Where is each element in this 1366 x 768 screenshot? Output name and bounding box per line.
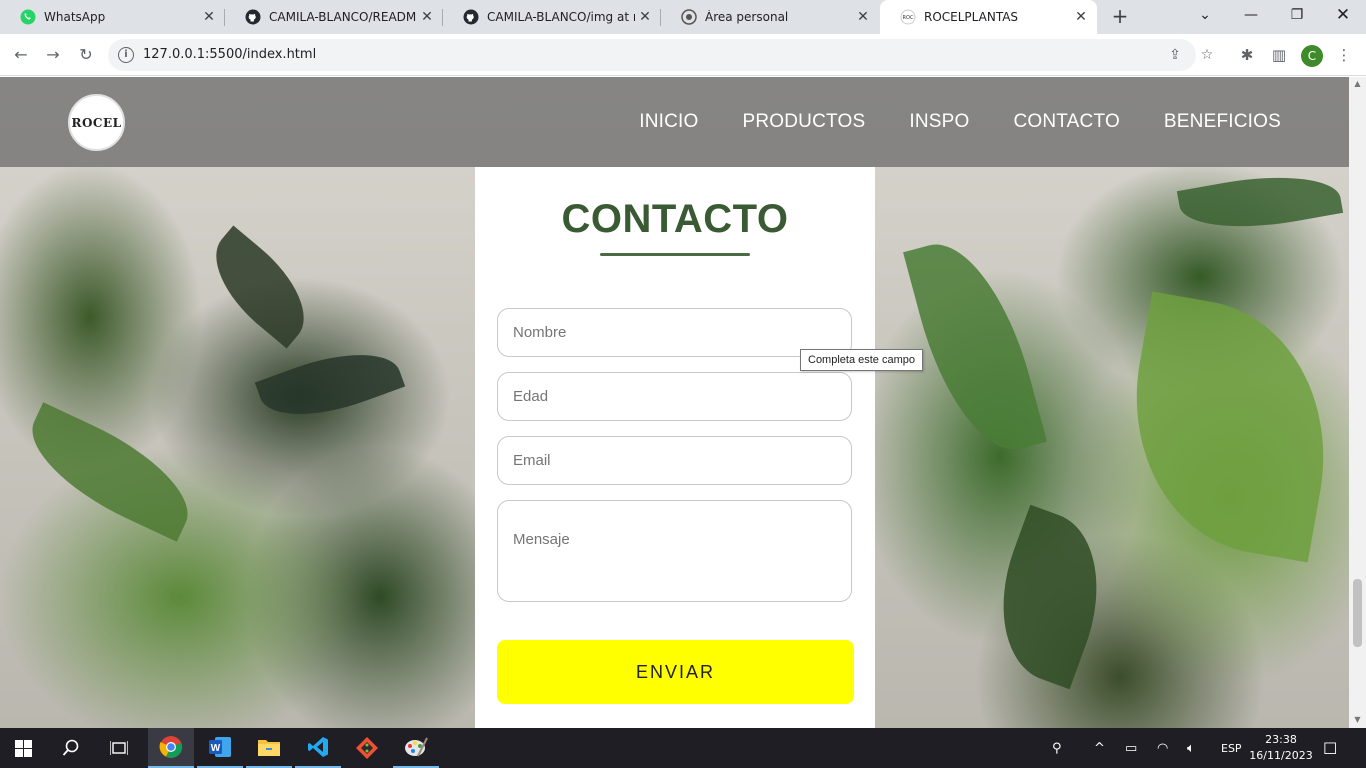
vscode-taskbar-icon[interactable] [295, 728, 341, 768]
clock-date: 16/11/2023 [1249, 749, 1313, 762]
volume-icon[interactable]: 🔈︎ [1187, 728, 1195, 768]
contact-form-card: CONTACTO ENVIAR [475, 167, 875, 728]
nav-link-contacto[interactable]: CONTACTO [1013, 111, 1119, 133]
battery-icon[interactable]: ▭ [1125, 728, 1137, 768]
share-icon[interactable]: ⇪ [1167, 47, 1183, 63]
github-icon [463, 9, 479, 25]
nav-link-productos[interactable]: PRODUCTOS [742, 111, 865, 133]
new-tab-button[interactable]: + [1108, 5, 1132, 29]
windows-taskbar: W ⚲ ^ ▭ ◠ 🔈︎ ESP 23:38 16/11/2023 ☐ [0, 728, 1366, 768]
page-scrollbar[interactable]: ▲ ▼ [1349, 77, 1366, 728]
tab-area-personal[interactable]: Área personal ✕ [661, 0, 879, 34]
message-textarea[interactable] [497, 500, 852, 602]
site-favicon: ROC [900, 9, 916, 25]
tab-title: CAMILA-BLANCO/img at main [487, 10, 635, 24]
validation-tooltip: Completa este campo [800, 349, 923, 371]
scrollbar-thumb[interactable] [1353, 579, 1362, 647]
clock-time: 23:38 [1265, 733, 1297, 746]
tab-readme[interactable]: CAMILA-BLANCO/README.md ✕ [225, 0, 443, 34]
github-icon [245, 9, 261, 25]
age-input[interactable] [497, 372, 852, 421]
profile-avatar[interactable]: C [1301, 45, 1323, 67]
tab-search-chevron-icon[interactable]: ⌄ [1182, 0, 1228, 32]
whatsapp-icon [20, 9, 36, 25]
close-tab-icon[interactable]: ✕ [199, 9, 219, 25]
scroll-up-arrow-icon[interactable]: ▲ [1353, 79, 1362, 88]
people-icon[interactable]: ⚲ [1052, 728, 1062, 768]
contact-title: CONTACTO [561, 197, 789, 241]
site-info-icon[interactable]: i [118, 47, 134, 63]
file-explorer-icon[interactable] [246, 728, 292, 768]
nav-link-beneficios[interactable]: BENEFICIOS [1164, 111, 1281, 133]
browser-toolbar: ← → ↻ i 127.0.0.1:5500/index.html ⇪ ☆ ✱ … [0, 34, 1366, 76]
moodle-icon [681, 9, 697, 25]
windows-start-icon[interactable] [0, 728, 46, 768]
language-indicator[interactable]: ESP [1221, 728, 1242, 768]
close-tab-icon[interactable]: ✕ [635, 9, 655, 25]
url-text[interactable]: 127.0.0.1:5500/index.html [143, 47, 316, 62]
tab-img-folder[interactable]: CAMILA-BLANCO/img at main ✕ [443, 0, 661, 34]
wifi-icon[interactable]: ◠ [1157, 728, 1168, 768]
forward-arrow-icon[interactable]: → [41, 43, 65, 67]
address-bar[interactable]: i 127.0.0.1:5500/index.html ⇪ ☆ [108, 39, 1213, 71]
page-viewport: ROCEL INICIO PRODUCTOS INSPO CONTACTO BE… [0, 77, 1349, 728]
bookmark-star-icon[interactable]: ☆ [1199, 47, 1215, 63]
chrome-taskbar-icon[interactable] [148, 728, 194, 768]
reload-icon[interactable]: ↻ [74, 43, 98, 67]
svg-text:W: W [211, 743, 221, 754]
title-underline [600, 253, 750, 256]
nav-link-inicio[interactable]: INICIO [639, 111, 698, 133]
email-input[interactable] [497, 436, 852, 485]
task-view-icon[interactable] [96, 728, 142, 768]
extensions-puzzle-icon[interactable]: ✱ [1238, 46, 1256, 64]
main-nav: INICIO PRODUCTOS INSPO CONTACTO BENEFICI… [639, 111, 1281, 133]
close-tab-icon[interactable]: ✕ [417, 9, 437, 25]
word-taskbar-icon[interactable]: W [197, 728, 243, 768]
tab-whatsapp[interactable]: WhatsApp ✕ [0, 0, 225, 34]
restore-button[interactable]: ❐ [1274, 0, 1320, 32]
menu-kebab-icon[interactable]: ⋮ [1335, 46, 1353, 64]
git-gui-icon[interactable] [344, 728, 390, 768]
search-icon[interactable] [48, 728, 94, 768]
tab-title: WhatsApp [44, 10, 106, 24]
send-button[interactable]: ENVIAR [497, 640, 854, 704]
tab-title: Área personal [705, 10, 789, 24]
close-tab-icon[interactable]: ✕ [853, 9, 873, 25]
paint-taskbar-icon[interactable] [393, 728, 439, 768]
site-navbar: ROCEL INICIO PRODUCTOS INSPO CONTACTO BE… [0, 77, 1349, 167]
tab-title: ROCELPLANTAS [924, 10, 1019, 24]
notifications-icon[interactable]: ☐ [1323, 728, 1337, 768]
system-clock[interactable]: 23:38 16/11/2023 [1246, 732, 1316, 764]
tab-title: CAMILA-BLANCO/README.md [269, 10, 417, 24]
show-hidden-icons-chevron-icon[interactable]: ^ [1094, 728, 1105, 768]
tab-rocelplantas[interactable]: ROC ROCELPLANTAS ✕ [880, 0, 1097, 34]
nav-link-inspo[interactable]: INSPO [909, 111, 969, 133]
back-arrow-icon[interactable]: ← [9, 43, 33, 67]
side-panel-icon[interactable]: ▥ [1270, 46, 1288, 64]
close-window-button[interactable]: ✕ [1320, 0, 1366, 32]
name-input[interactable] [497, 308, 852, 357]
rocel-logo[interactable]: ROCEL [68, 94, 125, 151]
close-tab-icon[interactable]: ✕ [1071, 9, 1091, 25]
minimize-button[interactable]: — [1228, 0, 1274, 32]
scroll-down-arrow-icon[interactable]: ▼ [1353, 715, 1362, 724]
tab-strip: WhatsApp ✕ CAMILA-BLANCO/README.md ✕ CAM… [0, 0, 1366, 34]
svg-text:ROC: ROC [903, 15, 914, 21]
